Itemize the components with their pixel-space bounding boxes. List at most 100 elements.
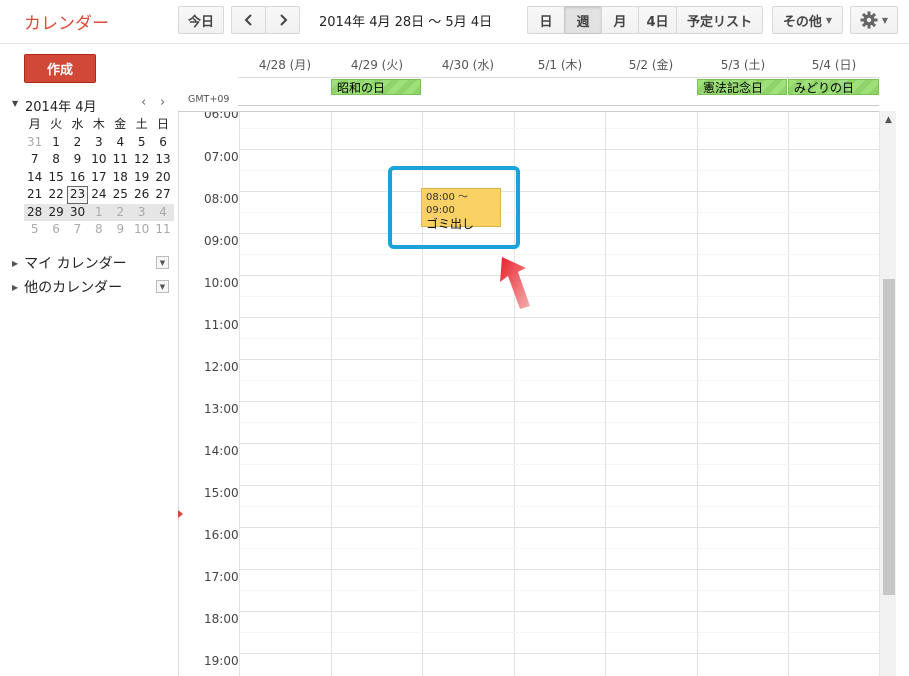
view-week-button[interactable]: 週 — [564, 6, 602, 34]
mini-day[interactable]: 25 — [110, 186, 131, 204]
collapse-triangle-icon[interactable]: ▼ — [12, 99, 18, 108]
day-header[interactable]: 4/28 (月) — [239, 56, 331, 73]
my-calendars-toggle[interactable]: ▶ マイ カレンダー — [12, 253, 127, 273]
mini-day[interactable]: 29 — [45, 204, 66, 222]
mini-day[interactable]: 12 — [131, 151, 152, 169]
day-header[interactable]: 5/4 (日) — [788, 56, 880, 73]
weekday-label: 水 — [71, 117, 84, 131]
mini-day[interactable]: 19 — [131, 169, 152, 187]
day-header[interactable]: 5/3 (土) — [697, 56, 789, 73]
create-event-button[interactable]: 作成 — [24, 54, 96, 83]
mini-day[interactable]: 5 — [131, 134, 152, 152]
more-button[interactable]: その他 ▼ — [772, 6, 843, 34]
other-calendars-menu-icon[interactable]: ▼ — [156, 280, 169, 293]
scroll-up-icon[interactable]: ▲ — [880, 115, 897, 125]
day-header[interactable]: 5/2 (金) — [605, 56, 697, 73]
mini-day[interactable]: 4 — [110, 134, 131, 152]
hour-label: 08:00 — [204, 192, 239, 206]
view-agenda-button[interactable]: 予定リスト — [676, 6, 763, 34]
mini-day[interactable]: 10 — [88, 151, 109, 169]
weekday-label: 金 — [114, 117, 127, 131]
hour-label: 18:00 — [204, 612, 239, 626]
grid-border — [178, 112, 179, 676]
mini-day[interactable]: 31 — [24, 134, 45, 152]
mini-day[interactable]: 15 — [45, 169, 66, 187]
day-header[interactable]: 4/30 (水) — [422, 56, 514, 73]
hour-line — [239, 611, 879, 612]
mini-day[interactable]: 18 — [110, 169, 131, 187]
mini-day[interactable]: 11 — [110, 151, 131, 169]
mini-day[interactable]: 4 — [152, 204, 173, 222]
vertical-scrollbar[interactable]: ▲ — [879, 111, 896, 676]
day-header[interactable]: 5/1 (木) — [514, 56, 606, 73]
nav-button-group — [231, 6, 300, 34]
mini-day[interactable]: 1 — [88, 204, 109, 222]
mini-week-row: 14 15 16 17 18 19 20 — [24, 169, 174, 187]
mini-prev-month-icon[interactable]: ‹ — [141, 95, 146, 110]
mini-day[interactable]: 28 — [24, 204, 45, 222]
hour-label: 09:00 — [204, 234, 239, 248]
mini-day[interactable]: 1 — [45, 134, 66, 152]
mini-day[interactable]: 9 — [110, 221, 131, 239]
mini-day[interactable]: 22 — [45, 186, 66, 204]
mini-day[interactable]: 6 — [45, 221, 66, 239]
mini-day[interactable]: 14 — [24, 169, 45, 187]
half-hour-line — [239, 422, 879, 423]
hour-label: 13:00 — [204, 402, 239, 416]
mini-day[interactable]: 5 — [24, 221, 45, 239]
mini-day[interactable]: 17 — [88, 169, 109, 187]
mini-day[interactable]: 26 — [131, 186, 152, 204]
mini-day[interactable]: 8 — [45, 151, 66, 169]
mini-day[interactable]: 8 — [88, 221, 109, 239]
mini-calendar-title[interactable]: 2014年 4月 — [25, 96, 97, 115]
mini-day[interactable]: 24 — [88, 186, 109, 204]
time-grid[interactable]: 06:00 07:00 08:00 09:00 10:00 11:00 12:0… — [178, 111, 879, 676]
mini-calendar-header: ▼ 2014年 4月 ‹ › — [12, 95, 172, 115]
hour-label: 19:00 — [204, 654, 239, 668]
day-divider — [331, 112, 332, 676]
mini-day[interactable]: 20 — [152, 169, 173, 187]
mini-day[interactable]: 13 — [152, 151, 173, 169]
my-calendars-label: マイ カレンダー — [24, 256, 127, 272]
hour-label: 06:00 — [204, 111, 239, 121]
hour-label: 11:00 — [204, 318, 239, 332]
holiday-event[interactable]: 憲法記念日 — [697, 79, 787, 95]
pointer-arrow-icon — [500, 257, 530, 309]
mini-day[interactable]: 7 — [67, 221, 88, 239]
hour-line — [239, 275, 879, 276]
mini-day[interactable]: 10 — [131, 221, 152, 239]
my-calendars-menu-icon[interactable]: ▼ — [156, 256, 169, 269]
half-hour-line — [239, 590, 879, 591]
mini-day[interactable]: 16 — [67, 169, 88, 187]
mini-day[interactable]: 9 — [67, 151, 88, 169]
view-month-button[interactable]: 月 — [601, 6, 639, 34]
holiday-event[interactable]: みどりの日 — [788, 79, 879, 95]
half-hour-line — [239, 338, 879, 339]
today-button[interactable]: 今日 — [178, 6, 224, 34]
holiday-event[interactable]: 昭和の日 — [331, 79, 421, 95]
mini-day[interactable]: 27 — [152, 186, 173, 204]
mini-day[interactable]: 2 — [67, 134, 88, 152]
other-calendars-toggle[interactable]: ▶ 他のカレンダー — [12, 277, 122, 297]
next-week-button[interactable] — [265, 6, 300, 34]
mini-day-today[interactable]: 23 — [66, 186, 89, 204]
mini-day[interactable]: 3 — [88, 134, 109, 152]
mini-day[interactable]: 7 — [24, 151, 45, 169]
day-header[interactable]: 4/29 (火) — [331, 56, 423, 73]
mini-day[interactable]: 6 — [152, 134, 173, 152]
mini-day[interactable]: 30 — [67, 204, 88, 222]
prev-week-button[interactable] — [231, 6, 266, 34]
view-day-button[interactable]: 日 — [527, 6, 565, 34]
hour-label: 16:00 — [204, 528, 239, 542]
timezone-label: GMT+09 — [188, 94, 230, 105]
view-4day-button[interactable]: 4日 — [638, 6, 677, 34]
mini-day[interactable]: 21 — [24, 186, 45, 204]
app-logo[interactable]: カレンダー — [24, 9, 109, 34]
mini-day[interactable]: 3 — [131, 204, 152, 222]
scroll-thumb[interactable] — [883, 279, 895, 595]
hour-line — [239, 401, 879, 402]
settings-button[interactable]: ▼ — [850, 6, 898, 34]
mini-day[interactable]: 11 — [152, 221, 173, 239]
mini-day[interactable]: 2 — [110, 204, 131, 222]
mini-next-month-icon[interactable]: › — [160, 95, 165, 110]
